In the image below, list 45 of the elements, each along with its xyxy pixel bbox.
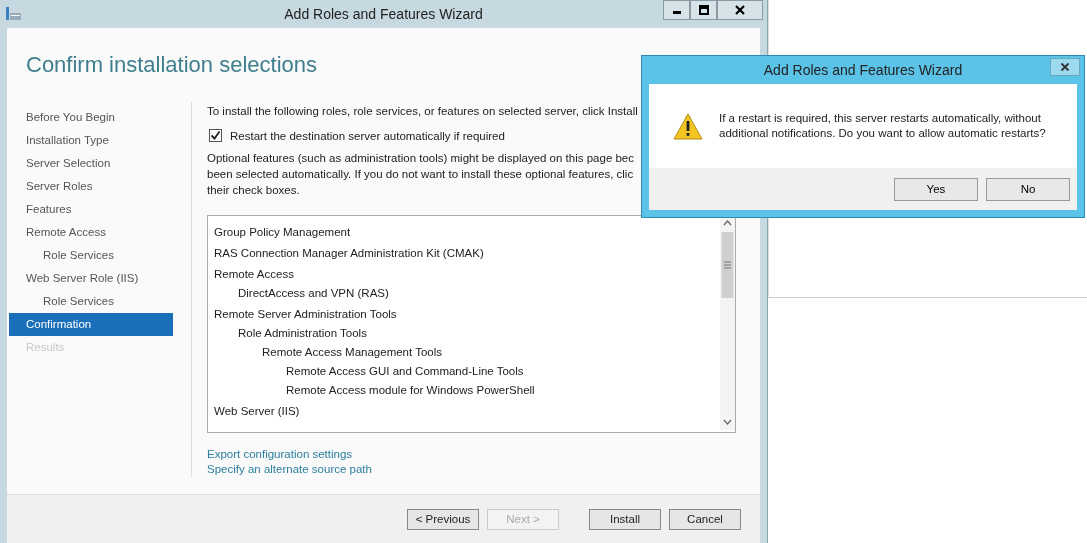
restart-checkbox[interactable] <box>209 129 222 142</box>
maximize-button[interactable] <box>690 0 717 20</box>
dialog-button[interactable]: Yes <box>894 177 978 201</box>
wizard-step[interactable]: Role Services <box>9 290 173 313</box>
wizard-step[interactable]: Remote Access <box>9 221 173 244</box>
note-text: Optional features (such as administration tools) might be displayed on this page bec been selected automatically. If you do not want to install these optional features, clic their check boxes. <box>207 151 635 198</box>
link[interactable]: Specify an alternate source path <box>207 462 372 477</box>
wizard-step[interactable]: Server Roles <box>9 175 173 198</box>
dialog-title: Add Roles and Features Wizard <box>763 62 963 78</box>
wizard-step[interactable]: Before You Begin <box>9 106 173 129</box>
warning-icon <box>673 112 703 140</box>
dialog-button[interactable]: No <box>986 177 1070 201</box>
close-icon <box>1060 62 1070 72</box>
server-manager-icon <box>5 6 23 22</box>
close-icon <box>734 4 746 16</box>
page-heading: Confirm installation selections <box>26 52 318 79</box>
close-button[interactable] <box>717 0 763 20</box>
wizard-step[interactable]: Features <box>9 198 173 221</box>
wizard-step[interactable]: Confirmation <box>9 313 173 336</box>
wizard-step[interactable]: Server Selection <box>9 152 173 175</box>
wizard-step[interactable]: Web Server Role (IIS) <box>9 267 173 290</box>
feature-item: Remote Server Administration Tools <box>214 308 397 320</box>
link[interactable]: Export configuration settings <box>207 447 372 462</box>
feature-item: Remote Access <box>214 268 294 280</box>
close-button[interactable] <box>1050 58 1080 76</box>
wizard-step[interactable]: Installation Type <box>9 129 173 152</box>
checkbox-label: Restart the destination server automatically if required <box>230 129 505 142</box>
wizard-button[interactable]: Cancel <box>669 508 741 530</box>
dialog-message: If a restart is required, this server restarts automatically, without additional notifications. Do you want to allow automatic restarts? <box>719 111 1047 141</box>
feature-item: Group Policy Management <box>214 226 351 238</box>
feature-item: Remote Access Management Tools <box>262 346 443 358</box>
window-title: Add Roles and Features Wizard <box>284 6 483 22</box>
feature-item: Web Server (IIS) <box>214 405 300 417</box>
feature-item: DirectAccess and VPN (RAS) <box>238 287 389 299</box>
wizard-button[interactable]: < Previous <box>407 508 479 530</box>
maximize-icon <box>698 5 709 15</box>
scrollbar[interactable] <box>720 216 735 430</box>
wizard-step[interactable]: Role Services <box>9 244 173 267</box>
feature-item: Role Administration Tools <box>238 327 367 339</box>
wizard-button[interactable]: Install <box>589 508 661 530</box>
feature-item: Remote Access module for Windows PowerShell <box>286 384 535 396</box>
intro-text: To install the following roles, role services, or features on selected server, click Install <box>207 105 638 117</box>
feature-item: Remote Access GUI and Command-Line Tools <box>286 365 524 377</box>
feature-item: RAS Connection Manager Administration Kit (CMAK) <box>214 247 484 259</box>
minimize-button[interactable] <box>663 0 690 20</box>
